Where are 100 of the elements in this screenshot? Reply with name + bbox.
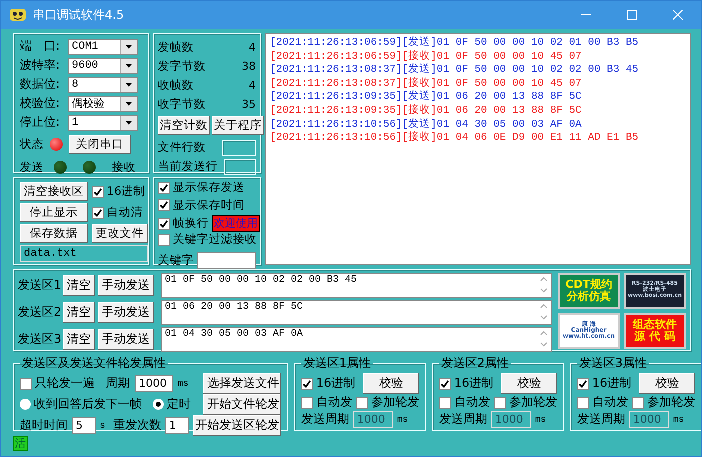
checkbox[interactable]	[301, 396, 314, 408]
checkbox[interactable]	[158, 199, 170, 211]
dropdown[interactable]: 1	[68, 114, 138, 130]
checkbox[interactable]	[301, 378, 314, 390]
checkbox[interactable]	[92, 206, 104, 218]
checksum-button[interactable]: 校验	[639, 373, 696, 394]
keyword-field[interactable]	[197, 252, 256, 268]
log-line: [2021:11:26:13:08:37][发送]01 0F 50 00 00 10 02 02 00 B3 45	[270, 64, 640, 77]
select-file-button[interactable]: 选择发送文件	[203, 373, 282, 394]
log-line: [2021:11:26:13:06:59][接收]01 0F 50 00 00 10 45 07	[270, 50, 583, 64]
checksum-button[interactable]: 校验	[501, 373, 558, 394]
checkbox-label: 16进制	[316, 375, 356, 392]
counter-button[interactable]: 关于程序	[212, 116, 264, 135]
welcome-badge: 欢迎使用	[212, 215, 260, 232]
field-label: 超时时间	[20, 417, 68, 434]
counter-button[interactable]: 清空计数	[158, 116, 210, 135]
field-label: 当前发送行	[158, 159, 218, 174]
field-label: 发送周期	[577, 411, 626, 428]
checkbox[interactable]	[439, 378, 452, 390]
unit-label: ms	[535, 414, 546, 424]
scroll-arrows-icon[interactable]	[540, 329, 548, 349]
field-label: 重发次数	[113, 417, 162, 434]
file-name-field[interactable]: data.txt	[20, 245, 148, 262]
checksum-button[interactable]: 校验	[363, 373, 420, 394]
ad-banner[interactable]: CDT规约 分析仿真	[558, 273, 620, 309]
checkbox-label: 16进制	[592, 375, 632, 392]
radio-button[interactable]	[153, 399, 164, 410]
send-text-area[interactable]: 01 06 20 00 13 88 8F 5C	[161, 300, 552, 325]
checkbox[interactable]	[577, 396, 590, 408]
checkbox-label: 显示保存发送	[173, 180, 245, 195]
checkbox[interactable]	[158, 182, 170, 194]
manual-send-button[interactable]: 手动发送	[98, 302, 154, 323]
clear-button[interactable]: 清空	[63, 275, 95, 296]
receive-button[interactable]: 更改文件	[92, 224, 148, 243]
unit-label: ms	[178, 378, 189, 388]
window-title: 串口调试软件4.5	[33, 6, 126, 24]
field-label: 波特率:	[20, 57, 62, 74]
checkbox[interactable]	[494, 396, 506, 408]
log-line: [2021:11:26:13:06:59][发送]01 0F 50 00 00 10 02 01 00 B3 B5	[270, 37, 640, 50]
receive-button[interactable]: 清空接收区	[20, 182, 88, 201]
manual-send-button[interactable]: 手动发送	[98, 329, 154, 350]
unit-label: ms	[673, 414, 684, 424]
counter-value: 38	[242, 60, 256, 73]
send-zone-label: 发送区2	[18, 304, 60, 321]
field-label: 发送周期	[439, 411, 488, 428]
status-badge: 活	[13, 436, 28, 450]
send-text-area[interactable]: 01 04 30 05 00 03 AF 0A	[161, 327, 552, 352]
clear-button[interactable]: 清空	[63, 302, 95, 323]
checkbox-label: 关键字过滤接收	[173, 232, 257, 247]
checkbox[interactable]	[577, 378, 590, 390]
group-title: 发送区1属性	[302, 355, 372, 372]
start-file-polling-button[interactable]: 开始文件轮发	[203, 394, 282, 415]
checkbox[interactable]	[158, 218, 170, 230]
clear-button[interactable]: 清空	[63, 329, 95, 350]
field-label: 校验位:	[20, 95, 62, 112]
counter-value: 4	[249, 79, 256, 92]
receive-button[interactable]: 保存数据	[20, 224, 88, 243]
field-label: 数据位:	[20, 76, 62, 93]
checkbox[interactable]	[158, 234, 170, 246]
radio-button[interactable]	[20, 399, 31, 410]
dropdown[interactable]: 8	[68, 76, 138, 92]
scroll-arrows-icon[interactable]	[540, 275, 548, 295]
checkbox[interactable]	[356, 396, 368, 408]
log-line: [2021:11:26:13:08:37][接收]01 0F 50 00 00 10 45 07	[270, 78, 583, 90]
log-line: [2021:11:26:13:10:56][发送]01 04 30 05 00 03 AF 0A	[270, 118, 583, 131]
close-port-button[interactable]: 关闭串口	[69, 134, 131, 154]
period-field[interactable]: 1000	[135, 375, 173, 392]
field-label: 文件行数	[158, 140, 206, 155]
banner-text: 分析仿真	[567, 291, 611, 303]
dropdown[interactable]: COM1	[68, 38, 138, 54]
scroll-arrows-icon[interactable]	[540, 302, 548, 322]
log-line: [2021:11:26:13:09:35][发送]01 06 20 00 13 88 8F 5C	[270, 91, 583, 104]
checkbox[interactable]	[632, 396, 644, 408]
close-icon	[673, 10, 683, 20]
counter-label: 收字节数	[158, 97, 206, 112]
text-field[interactable]	[222, 140, 256, 156]
receive-button[interactable]: 停止显示	[20, 203, 88, 222]
start-zone-polling-button[interactable]: 开始发送区轮发	[193, 415, 282, 436]
ad-banner[interactable]: 组态软件 源 代 码	[624, 313, 686, 349]
checkbox[interactable]	[92, 186, 104, 198]
log-line: [2021:11:26:13:09:35][接收]01 06 20 00 13 88 8F 5C	[270, 104, 583, 118]
app-icon	[9, 7, 27, 23]
retries-field[interactable]: 1	[165, 417, 190, 434]
counter-label: 收帧数	[158, 78, 194, 93]
manual-send-button[interactable]: 手动发送	[98, 275, 154, 296]
banner-text: 源 代 码	[634, 331, 676, 343]
counter-value: 35	[242, 98, 256, 111]
checkbox[interactable]	[439, 396, 452, 408]
unit-label: ms	[397, 414, 408, 424]
dropdown[interactable]: 偶校验	[68, 96, 138, 112]
group-title: 发送区3属性	[578, 355, 648, 372]
checkbox-label: 显示保存时间	[173, 198, 245, 212]
counter-label: 发字节数	[158, 59, 206, 74]
send-zone-label: 发送区3	[18, 331, 60, 348]
text-field[interactable]	[224, 158, 256, 174]
group-title: 发送区2属性	[440, 355, 510, 372]
timeout-field[interactable]: 5	[72, 417, 96, 434]
dropdown[interactable]: 9600	[68, 58, 138, 74]
checkbox[interactable]	[20, 378, 32, 390]
send-text-area[interactable]: 01 0F 50 00 00 10 02 02 00 B3 45	[161, 273, 552, 298]
